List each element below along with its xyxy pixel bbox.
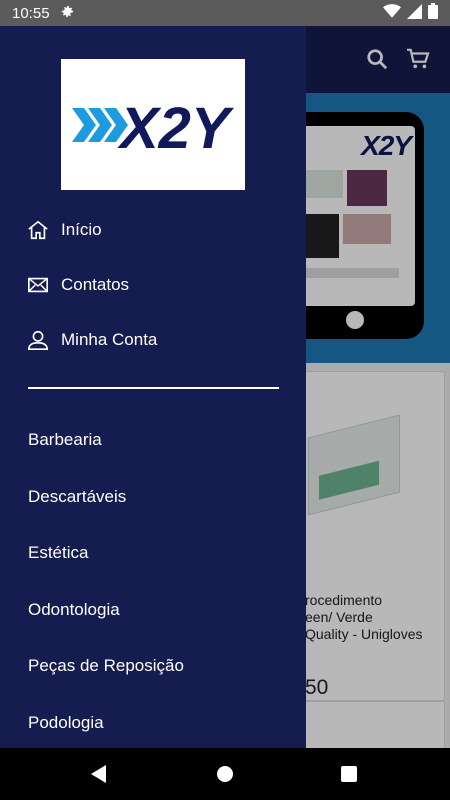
menu-item-label: Contatos	[61, 275, 130, 294]
system-nav-bar	[0, 748, 450, 800]
drawer-divider	[28, 387, 279, 389]
category-podologia[interactable]: Podologia	[28, 713, 104, 733]
navigation-drawer: X2Y Início Contatos Minha Conta Barbeari…	[0, 26, 306, 748]
home-button[interactable]	[216, 764, 234, 789]
status-time: 10:55	[12, 4, 50, 22]
menu-item-minha-conta[interactable]: Minha Conta	[27, 329, 157, 351]
recents-button[interactable]	[340, 764, 358, 789]
home-icon	[28, 220, 48, 240]
category-barbearia[interactable]: Barbearia	[28, 430, 102, 450]
drawer-logo-text: X2Y	[117, 96, 235, 160]
category-pecas-de-reposicao[interactable]: Peças de Reposição	[28, 656, 184, 676]
mail-icon	[28, 277, 48, 293]
status-bar: 10:55	[0, 0, 450, 26]
signal-icon	[407, 3, 422, 23]
menu-item-label: Minha Conta	[61, 330, 158, 349]
person-icon	[28, 330, 48, 350]
gear-icon	[60, 4, 75, 23]
menu-item-contatos[interactable]: Contatos	[27, 274, 129, 296]
wifi-icon	[383, 4, 401, 22]
menu-item-label: Início	[61, 220, 102, 239]
menu-item-inicio[interactable]: Início	[27, 219, 102, 241]
category-estetica[interactable]: Estética	[28, 543, 88, 563]
back-button[interactable]	[90, 764, 108, 789]
category-descartaveis[interactable]: Descartáveis	[28, 487, 126, 507]
battery-icon	[428, 3, 438, 23]
category-odontologia[interactable]: Odontologia	[28, 600, 120, 620]
drawer-logo: X2Y	[61, 59, 245, 190]
